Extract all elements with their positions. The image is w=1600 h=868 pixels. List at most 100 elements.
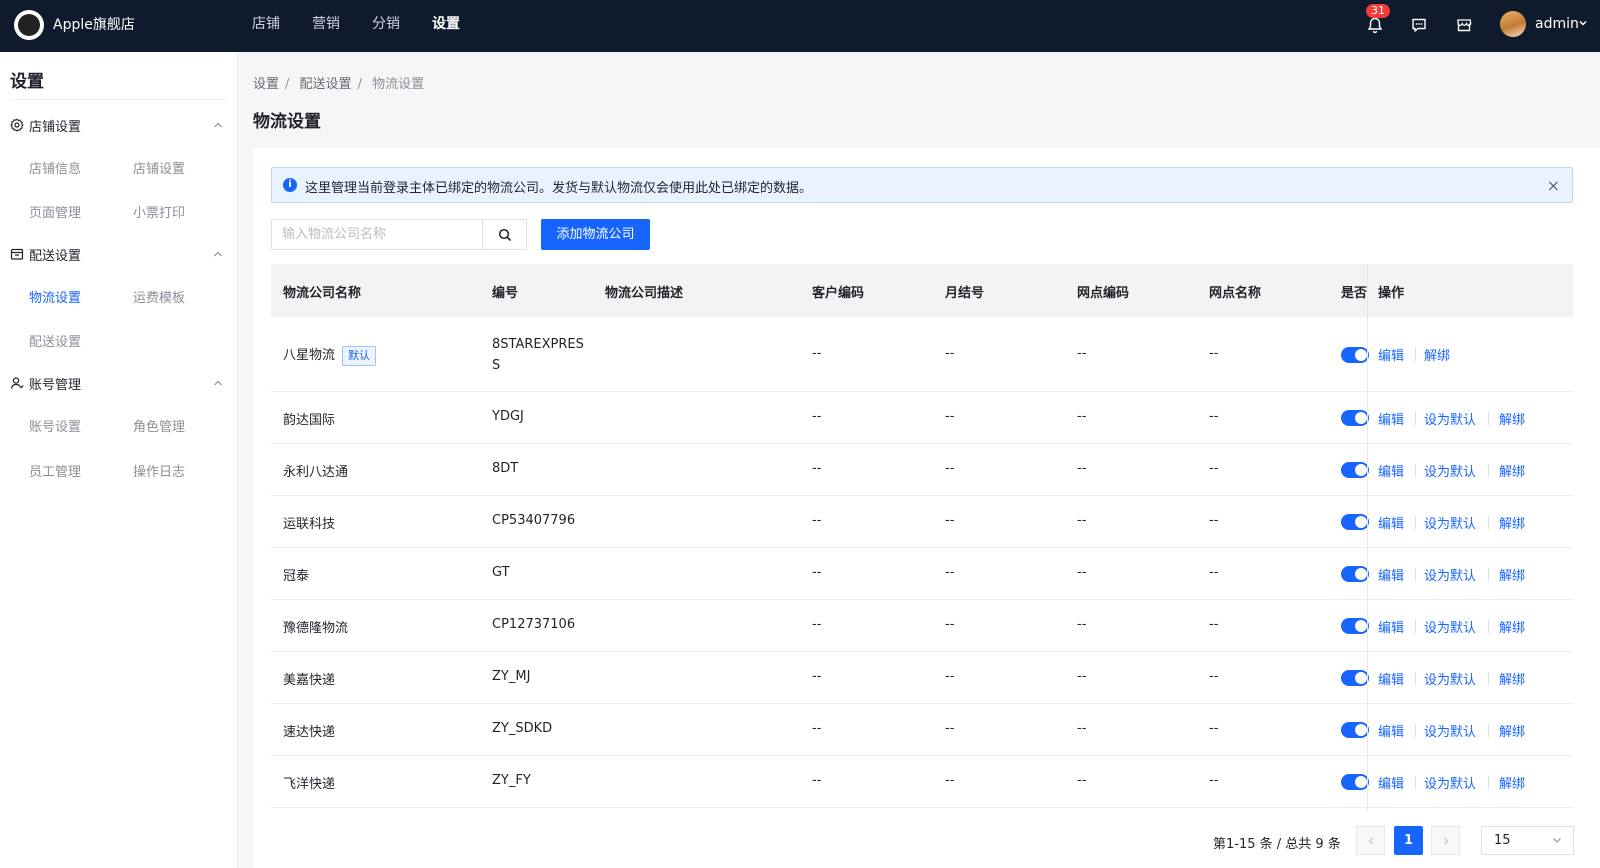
pagination-summary: 第1-15 条 / 总共 9 条	[1213, 837, 1341, 852]
page-title: 物流设置	[253, 112, 321, 132]
cell-code: ZY_FY	[492, 773, 531, 788]
chevron-up-icon[interactable]	[212, 119, 224, 135]
column-header-outlet-code: 网点编码	[1077, 286, 1130, 301]
sidebar-item-account-settings[interactable]: 账号设置	[29, 416, 81, 435]
sidebar-item-staff-management[interactable]: 员工管理	[29, 461, 81, 480]
sidebar-item-delivery-settings[interactable]: 配送设置	[29, 331, 81, 350]
search-icon	[498, 228, 511, 241]
top-nav-shop[interactable]: 店铺	[236, 0, 296, 52]
set-default-link[interactable]: 设为默认	[1424, 513, 1476, 532]
set-default-link[interactable]: 设为默认	[1424, 773, 1476, 792]
top-nav-settings[interactable]: 设置	[416, 0, 476, 52]
edit-link[interactable]: 编辑	[1378, 669, 1404, 688]
top-nav-marketing[interactable]: 营销	[296, 0, 356, 52]
set-default-link[interactable]: 设为默认	[1424, 721, 1476, 740]
top-nav-distribution[interactable]: 分销	[356, 0, 416, 52]
enabled-toggle[interactable]	[1341, 774, 1369, 790]
pagination-next-button[interactable]	[1431, 826, 1460, 855]
unbind-link[interactable]: 解绑	[1499, 409, 1525, 428]
column-header-monthly-account: 月结号	[945, 286, 985, 301]
cell-outlet-code: --	[1077, 409, 1087, 424]
enabled-toggle[interactable]	[1341, 347, 1369, 363]
message-icon[interactable]	[1408, 14, 1430, 36]
box-icon	[10, 247, 24, 261]
unbind-link[interactable]: 解绑	[1499, 721, 1525, 740]
edit-link[interactable]: 编辑	[1378, 409, 1404, 428]
cell-company-name: 永利八达通	[283, 465, 349, 480]
cell-company-name: 豫德隆物流	[283, 621, 349, 636]
chevron-up-icon[interactable]	[212, 377, 224, 393]
breadcrumb-current: 物流设置	[372, 77, 425, 92]
unbind-link[interactable]: 解绑	[1499, 669, 1525, 688]
cell-company-name: 运联科技	[283, 517, 336, 532]
edit-link[interactable]: 编辑	[1378, 773, 1404, 792]
sidebar-item-operation-log[interactable]: 操作日志	[133, 461, 185, 480]
unbind-link[interactable]: 解绑	[1499, 461, 1525, 480]
action-divider	[1415, 568, 1416, 581]
cell-outlet-name: --	[1209, 721, 1219, 736]
edit-link[interactable]: 编辑	[1378, 345, 1404, 364]
enabled-toggle[interactable]	[1341, 722, 1369, 738]
company-name: 八星物流	[283, 348, 336, 363]
cell-monthly-account: --	[945, 617, 955, 632]
close-icon[interactable]: ×	[1547, 176, 1560, 195]
unbind-link[interactable]: 解绑	[1499, 773, 1525, 792]
sidebar-group-shop-settings[interactable]: 店铺设置	[10, 114, 228, 136]
cell-monthly-account: --	[945, 721, 955, 736]
store-icon[interactable]	[1453, 14, 1475, 36]
set-default-link[interactable]: 设为默认	[1424, 409, 1476, 428]
shop-logo[interactable]	[14, 10, 44, 40]
enabled-toggle[interactable]	[1341, 462, 1369, 478]
set-default-link[interactable]: 设为默认	[1424, 617, 1476, 636]
column-header-code: 编号	[492, 286, 519, 301]
edit-link[interactable]: 编辑	[1378, 513, 1404, 532]
sidebar-item-page-management[interactable]: 页面管理	[29, 202, 81, 221]
set-default-link[interactable]: 设为默认	[1424, 565, 1476, 584]
add-logistics-company-button[interactable]: 添加物流公司	[541, 219, 650, 250]
unbind-link[interactable]: 解绑	[1499, 617, 1525, 636]
sidebar-item-shop-settings[interactable]: 店铺设置	[133, 158, 185, 177]
unbind-link[interactable]: 解绑	[1499, 565, 1525, 584]
sidebar-item-shop-info[interactable]: 店铺信息	[29, 158, 81, 177]
pagination-prev-button[interactable]	[1356, 826, 1385, 855]
search-input[interactable]	[271, 219, 482, 250]
logistics-table: 物流公司名称 编号 物流公司描述 客户编码 月结号 网点编码 网点名称 是否 操…	[271, 264, 1573, 811]
breadcrumb-item[interactable]: 配送设置	[300, 77, 352, 92]
enabled-toggle[interactable]	[1341, 410, 1369, 426]
sidebar-item-role-management[interactable]: 角色管理	[133, 416, 185, 435]
edit-link[interactable]: 编辑	[1378, 565, 1404, 584]
unbind-link[interactable]: 解绑	[1424, 345, 1450, 364]
cell-outlet-name: --	[1209, 409, 1219, 424]
sidebar-item-freight-template[interactable]: 运费模板	[133, 287, 185, 306]
set-default-link[interactable]: 设为默认	[1424, 669, 1476, 688]
enabled-toggle[interactable]	[1341, 566, 1369, 582]
enabled-toggle[interactable]	[1341, 618, 1369, 634]
action-divider	[1415, 724, 1416, 737]
page-size-select[interactable]: 15	[1481, 826, 1574, 855]
chevron-down-icon[interactable]	[1578, 17, 1588, 32]
sidebar-item-logistics-settings[interactable]: 物流设置	[29, 287, 81, 306]
enabled-toggle[interactable]	[1341, 670, 1369, 686]
pagination-page-current[interactable]: 1	[1394, 826, 1423, 855]
sidebar-group-account-management[interactable]: 账号管理	[10, 372, 228, 394]
user-avatar[interactable]	[1500, 11, 1526, 37]
edit-link[interactable]: 编辑	[1378, 721, 1404, 740]
breadcrumb-item[interactable]: 设置	[253, 77, 279, 92]
code-line: 8STAREXPRES	[492, 337, 584, 352]
cell-customer-code: --	[812, 409, 822, 424]
chevron-up-icon[interactable]	[212, 248, 224, 264]
set-default-link[interactable]: 设为默认	[1424, 461, 1476, 480]
notification-badge: 31	[1366, 4, 1390, 18]
sidebar-group-delivery-settings[interactable]: 配送设置	[10, 243, 228, 265]
enabled-toggle[interactable]	[1341, 514, 1369, 530]
edit-link[interactable]: 编辑	[1378, 617, 1404, 636]
edit-link[interactable]: 编辑	[1378, 461, 1404, 480]
cell-outlet-code: --	[1077, 346, 1087, 361]
user-name[interactable]: admin	[1535, 16, 1579, 32]
search-button[interactable]	[482, 219, 527, 250]
cell-company-name: 速达快递	[283, 725, 336, 740]
cell-monthly-account: --	[945, 409, 955, 424]
sidebar-item-receipt-printing[interactable]: 小票打印	[133, 202, 185, 221]
cell-outlet-code: --	[1077, 617, 1087, 632]
unbind-link[interactable]: 解绑	[1499, 513, 1525, 532]
